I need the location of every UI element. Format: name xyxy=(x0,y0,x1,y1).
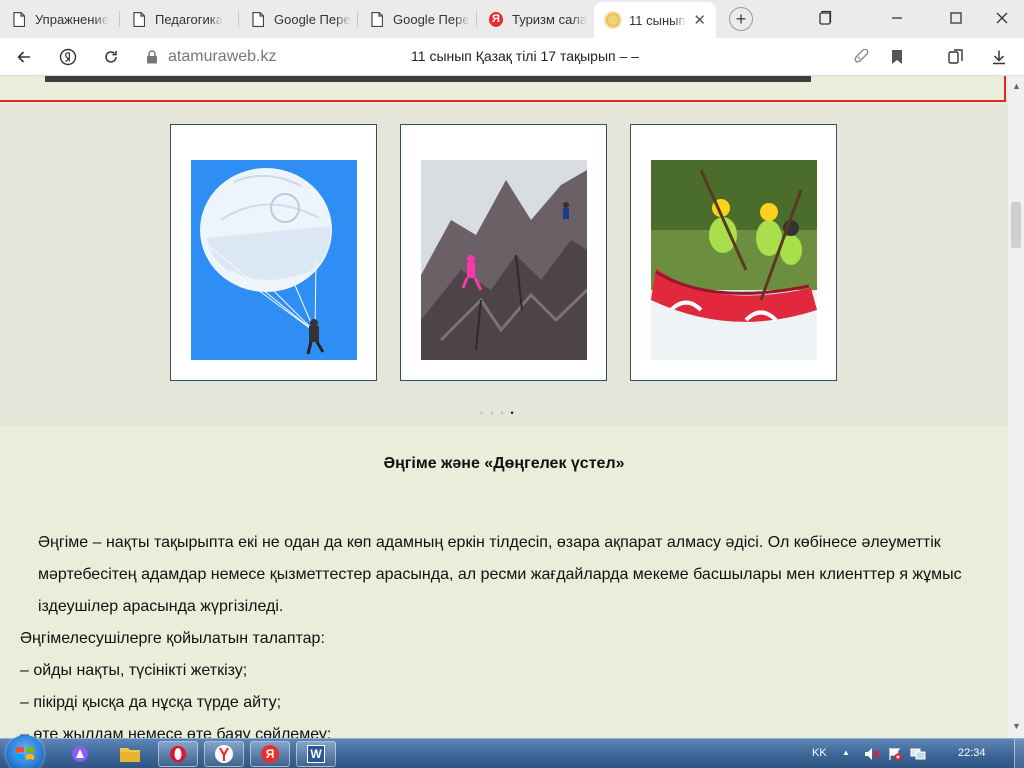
page-icon xyxy=(370,11,384,27)
yandex-browser-icon[interactable] xyxy=(204,741,244,767)
language-indicator[interactable]: KK xyxy=(812,747,827,759)
flag-error-icon[interactable] xyxy=(888,747,902,764)
bookmark-icon[interactable] xyxy=(885,45,909,69)
sun-icon xyxy=(606,12,620,28)
tab-pedagogika[interactable]: Педагогика xyxy=(120,4,237,34)
collections-icon[interactable] xyxy=(944,45,968,69)
rafting-image xyxy=(651,160,817,360)
word-icon[interactable]: W xyxy=(296,741,336,767)
address-page-title[interactable]: 11 сынып Қазақ тілі 17 тақырып – – xyxy=(300,48,750,64)
tab-title: Упражнение xyxy=(35,11,109,27)
tab-title: Туризм сала xyxy=(512,11,588,27)
carousel-dots[interactable]: •••• xyxy=(480,408,521,418)
lock-icon[interactable] xyxy=(146,50,158,69)
minimize-button[interactable] xyxy=(882,6,912,30)
show-hidden-icons-icon[interactable]: ▲ xyxy=(842,748,850,757)
back-button[interactable] xyxy=(12,45,36,69)
file-explorer-icon[interactable] xyxy=(110,741,150,767)
scrollbar-thumb[interactable] xyxy=(1011,202,1021,248)
requirement-item: – өте жылдам немесе өте баяу сөйлемеу; xyxy=(20,726,332,738)
download-icon[interactable] xyxy=(987,45,1011,69)
parachutist-image xyxy=(191,160,357,360)
article-text: Әңгіме – нақты тақырыпта екі не одан да … xyxy=(20,527,980,738)
yandex-icon[interactable]: Я xyxy=(250,741,290,767)
close-tab-icon[interactable]: ✕ xyxy=(693,13,706,28)
article-heading: Әңгіме және «Дөңгелек үстел» xyxy=(383,455,625,472)
tab-uprazhnenie[interactable]: Упражнение xyxy=(0,4,117,34)
article-paragraph: Әңгіме – нақты тақырыпта екі не одан да … xyxy=(38,534,962,615)
tab-google-translate-2[interactable]: Google Пере xyxy=(358,4,475,34)
network-icon[interactable] xyxy=(910,747,926,764)
carousel-card-climbing[interactable] xyxy=(400,124,607,381)
rock-climbers-image xyxy=(421,160,587,360)
article: Әңгіме және «Дөңгелек үстел» Әңгіме – на… xyxy=(0,426,1008,738)
tab-strip: Упражнение Педагогика Google Пере Google… xyxy=(0,0,1024,38)
scroll-down-icon[interactable]: ▼ xyxy=(1012,722,1021,731)
clock-time[interactable]: 22:34 xyxy=(958,747,986,759)
show-desktop-button[interactable] xyxy=(1014,739,1024,768)
maximize-button[interactable] xyxy=(941,6,971,30)
windows-taskbar: Я W KK ▲ 22:34 xyxy=(0,735,1024,768)
tab-turizm[interactable]: Я Туризм сала xyxy=(477,4,594,34)
page-icon xyxy=(132,11,146,27)
yandex-logo-button[interactable] xyxy=(56,45,80,69)
speaker-muted-icon[interactable] xyxy=(864,747,880,764)
tab-11-synyp-active[interactable]: 11 сынып ✕ xyxy=(594,2,716,38)
new-tab-button[interactable]: + xyxy=(729,7,753,31)
scroll-up-icon[interactable]: ▲ xyxy=(1012,82,1021,91)
carousel-card-parachute[interactable] xyxy=(170,124,377,381)
dark-strip xyxy=(45,76,811,82)
requirements-title: Әңгімелесушілерге қойылатын талаптар: xyxy=(20,630,325,647)
start-button[interactable] xyxy=(6,735,44,768)
tab-google-translate-1[interactable]: Google Пере xyxy=(239,4,356,34)
rocket-icon[interactable] xyxy=(850,45,874,69)
tab-title: Педагогика xyxy=(155,11,223,27)
page-icon xyxy=(12,11,26,27)
tab-title: 11 сынып xyxy=(629,12,686,28)
reload-button[interactable] xyxy=(99,45,123,69)
close-window-button[interactable] xyxy=(987,6,1017,30)
page-icon xyxy=(251,11,265,27)
requirement-item: – пікірді қысқа да нұсқа түрде айту; xyxy=(20,694,282,711)
address-domain[interactable]: atamuraweb.kz xyxy=(168,48,277,66)
requirement-item: – ойды нақты, түсінікті жеткізу; xyxy=(20,662,248,679)
address-bar: atamuraweb.kz 11 сынып Қазақ тілі 17 тақ… xyxy=(0,38,1024,76)
page-scrollbar[interactable]: ▲ ▼ xyxy=(1008,76,1024,738)
tab-manager-icon[interactable] xyxy=(810,6,840,30)
yandex-icon: Я xyxy=(489,11,503,27)
alice-icon[interactable] xyxy=(60,741,100,767)
tab-title: Google Пере xyxy=(393,11,470,27)
tab-title: Google Пере xyxy=(274,11,351,27)
carousel-card-rafting[interactable] xyxy=(630,124,837,381)
page-content: •••• Әңгіме және «Дөңгелек үстел» Әңгіме… xyxy=(0,76,1008,738)
opera-icon[interactable] xyxy=(158,741,198,767)
